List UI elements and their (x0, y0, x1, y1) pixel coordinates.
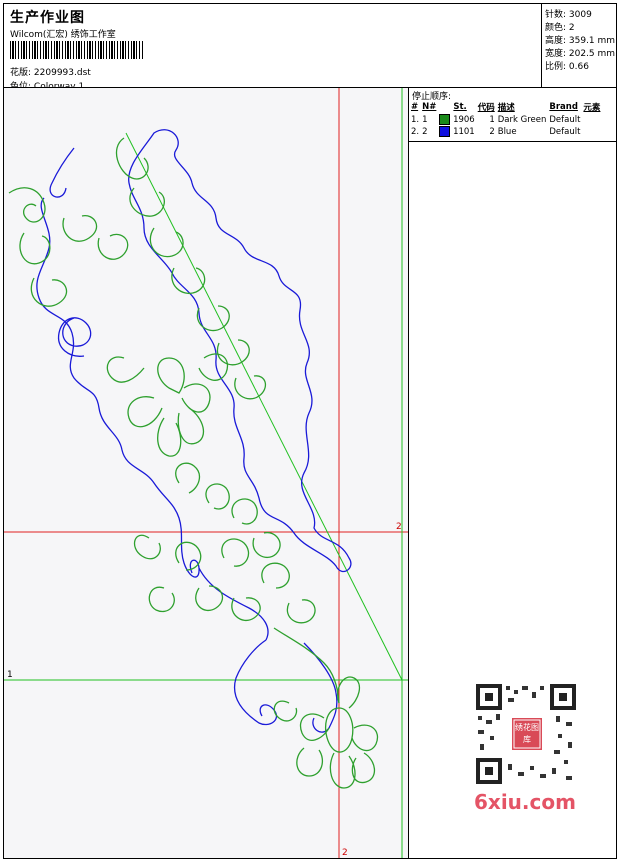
site-watermark: 6xiu.com (474, 790, 576, 814)
row-brand: Default (549, 114, 581, 125)
row-n: 1 (422, 114, 428, 125)
green-thread-left-leaves (8, 187, 129, 307)
design-value: 2209993.dst (33, 68, 91, 78)
design-stats-panel: 针数: 3009 颜色: 2 高度: 359.1 mm 宽度: 202.5 mm… (541, 3, 617, 88)
blue-thread-spirals (36, 147, 338, 733)
row-number: 2. (411, 126, 420, 137)
row-stitches: 1101 (439, 126, 477, 138)
design-canvas[interactable]: 1 2 2 (3, 87, 409, 859)
blue-thread-inner-spiral (57, 317, 92, 357)
stat-width: 宽度: 202.5 mm (545, 49, 616, 59)
page-title: 生产作业图 (10, 10, 85, 26)
col-code: 代码 (477, 103, 495, 113)
green-thread-bottom-flower (273, 676, 379, 789)
stat-scale: 比例: 0.66 (545, 62, 589, 72)
qr-stamp-text: 绣花图库 (515, 723, 539, 744)
row-stitches: 1906 (439, 114, 477, 126)
barcode (10, 41, 144, 59)
col-n-number: N# (422, 102, 437, 112)
table-row[interactable]: 2. 2 1101 2 Blue Default (411, 126, 603, 138)
row-description: Blue (497, 126, 517, 137)
qr-code-watermark: 绣花图库 (470, 680, 582, 790)
guide-marker-1: 1 (7, 670, 13, 680)
company-name: Wilcom(汇宏) 绣饰工作室 (10, 30, 116, 40)
row-brand: Default (549, 126, 581, 137)
design-name: 花版: 2209993.dst (10, 65, 91, 78)
row-number: 1. (411, 114, 420, 125)
header-info-panel: 生产作业图 Wilcom(汇宏) 绣饰工作室 花版: 2209993.dst 色… (3, 3, 542, 92)
guide-diagonal-green (125, 132, 403, 681)
blue-thread-path (128, 129, 352, 573)
design-label: 花版: (10, 68, 32, 78)
guide-marker-2-right: 2 (396, 522, 402, 532)
green-thread-bottom-stem (273, 627, 340, 704)
green-thread-top-vine (115, 137, 267, 400)
col-brand: Brand (549, 102, 578, 112)
stat-stitches: 针数: 3009 (545, 10, 592, 20)
guide-marker-2-bottom: 2 (342, 848, 348, 858)
col-description: 描述 (497, 103, 515, 113)
row-code: 2 (489, 126, 495, 137)
col-number: # (411, 102, 419, 112)
row-stitch-count: 1101 (453, 127, 475, 137)
color-swatch (439, 126, 451, 137)
stop-sequence-table: # N# St. 代码 描述 Brand 元素 1. 1 1906 1 Dark… (411, 101, 603, 138)
row-n: 2 (422, 126, 428, 137)
color-swatch (439, 114, 451, 125)
table-row[interactable]: 1. 1 1906 1 Dark Green Default (411, 114, 603, 126)
row-element (583, 114, 603, 126)
row-description: Dark Green (497, 114, 547, 125)
row-element (583, 126, 603, 138)
stat-colors: 颜色: 2 (545, 23, 575, 33)
table-header-row: # N# St. 代码 描述 Brand 元素 (411, 101, 603, 114)
col-stitches: St. (453, 102, 467, 112)
green-thread-flower-top (106, 353, 229, 457)
panel-divider (409, 141, 616, 142)
row-stitch-count: 1906 (453, 115, 475, 125)
row-code: 1 (489, 114, 495, 125)
green-thread-mid-cluster (133, 534, 316, 624)
embroidery-preview (4, 88, 408, 858)
stat-height: 高度: 359.1 mm (545, 36, 616, 46)
col-element: 元素 (583, 103, 601, 113)
